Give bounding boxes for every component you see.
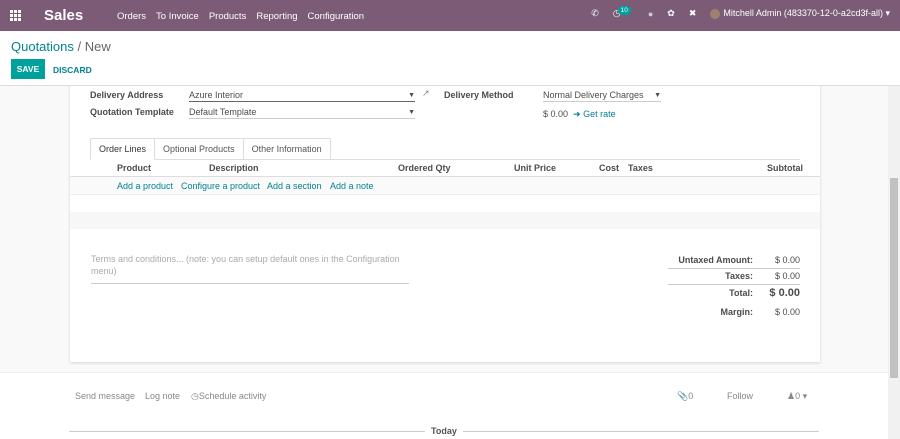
taxes-row: Taxes: $ 0.00 [668, 271, 800, 285]
breadcrumb-current: New [84, 39, 111, 54]
col-cost[interactable]: Cost [599, 163, 619, 173]
breadcrumb-quotations[interactable]: Quotations [11, 39, 74, 54]
taxes-label: Taxes: [725, 271, 753, 281]
tab-other-information[interactable]: Other Information [242, 138, 331, 159]
col-unit-price[interactable]: Unit Price [514, 163, 556, 173]
add-note-link[interactable]: Add a note [330, 181, 374, 191]
add-section-link[interactable]: Add a section [267, 181, 322, 191]
dropdown-icon: ▼ [654, 92, 661, 99]
margin-value: $ 0.00 [774, 307, 800, 317]
user-name: Mitchell Admin (483370-12-0-a2cd3f-all) [723, 8, 883, 18]
chat-icon[interactable]: ● [648, 9, 653, 19]
scrollbar-thumb[interactable] [890, 178, 898, 378]
bug-icon[interactable]: ✿ [667, 8, 675, 19]
menu-configuration[interactable]: Configuration [308, 11, 365, 22]
terms-input[interactable]: Terms and conditions... (note: you can s… [91, 253, 409, 284]
margin-label: Margin: [720, 307, 754, 317]
delivery-address-field[interactable]: Azure Interior ▼ [189, 89, 415, 102]
follow-button[interactable]: Follow [727, 391, 753, 401]
get-rate-button[interactable]: ➜ Get rate [573, 109, 616, 120]
total-row: Total: $ 0.00 [668, 287, 800, 302]
log-note-button[interactable]: Log note [145, 391, 180, 401]
external-link-icon[interactable]: ↗ [422, 88, 430, 99]
untaxed-amount-row: Untaxed Amount: $ 0.00 [668, 255, 800, 269]
form-view: Delivery Address Azure Interior ▼ ↗ Deliv… [0, 86, 888, 372]
today-separator: Today [69, 426, 819, 436]
attachments-count: 0 [688, 391, 694, 401]
margin-row: Margin: $ 0.00 [668, 307, 801, 321]
followers-count: 0 [795, 391, 801, 401]
configure-product-link[interactable]: Configure a product [181, 181, 260, 191]
attachments-button[interactable]: 📎0 [677, 391, 693, 402]
quotation-template-label: Quotation Template [90, 107, 174, 117]
delivery-price: $ 0.00 [543, 109, 569, 119]
user-menu[interactable]: Mitchell Admin (483370-12-0-a2cd3f-all) … [710, 8, 890, 19]
dropdown-icon: ▼ [408, 92, 415, 99]
apps-menu-icon[interactable] [10, 10, 21, 21]
today-label: Today [425, 426, 463, 436]
col-subtotal[interactable]: Subtotal [767, 163, 803, 173]
tab-optional-products[interactable]: Optional Products [154, 138, 244, 159]
dropdown-icon: ▼ [408, 109, 415, 116]
add-product-link[interactable]: Add a product [117, 181, 173, 191]
schedule-activity-label: Schedule activity [198, 391, 267, 401]
col-description[interactable]: Description [209, 163, 259, 173]
tab-order-lines[interactable]: Order Lines [90, 138, 156, 160]
menu-to-invoice[interactable]: To Invoice [156, 11, 199, 22]
arrow-right-icon: ➜ [573, 109, 581, 119]
delivery-address-value: Azure Interior [189, 90, 244, 100]
total-label: Total: [729, 288, 753, 298]
add-line-row: Add a product Configure a product Add a … [70, 177, 820, 195]
delivery-method-field[interactable]: Normal Delivery Charges ▼ [543, 89, 661, 102]
menu-orders[interactable]: Orders [117, 11, 146, 22]
app-name: Sales [44, 7, 84, 24]
discard-button[interactable]: DISCARD [53, 65, 92, 75]
notebook-tabs: Order Lines Optional Products Other Info… [90, 138, 800, 160]
activity-badge: 10 [617, 6, 631, 15]
breadcrumb: Quotations / New [11, 39, 111, 54]
delivery-address-label: Delivery Address [90, 90, 164, 100]
quotation-template-value: Default Template [189, 107, 257, 117]
get-rate-label: Get rate [583, 109, 616, 119]
send-message-button[interactable]: Send message [75, 391, 135, 401]
clock-icon: ◷ [191, 391, 199, 401]
tools-icon[interactable]: ✖ [689, 8, 697, 19]
menu-reporting[interactable]: Reporting [256, 11, 297, 22]
scrollbar[interactable] [888, 86, 900, 439]
col-product[interactable]: Product [117, 163, 151, 173]
untaxed-label: Untaxed Amount: [678, 255, 753, 265]
form-sheet: Delivery Address Azure Interior ▼ ↗ Deliv… [70, 86, 820, 362]
col-taxes[interactable]: Taxes [628, 163, 653, 173]
chatter: Send message Log note ◷Schedule activity… [0, 372, 888, 439]
total-value: $ 0.00 [769, 287, 800, 299]
paperclip-icon: 📎 [677, 391, 689, 401]
taxes-value: $ 0.00 [774, 271, 800, 281]
phone-icon[interactable]: ✆ [591, 8, 599, 19]
avatar [710, 8, 721, 19]
followers-button[interactable]: ♟0 ▾ [787, 391, 807, 402]
order-lines-header: Product Description Ordered Qty Unit Pri… [70, 158, 820, 177]
menu-products[interactable]: Products [209, 11, 247, 22]
control-panel: Quotations / New SAVE DISCARD [0, 31, 900, 86]
quotation-template-field[interactable]: Default Template ▼ [189, 106, 415, 119]
user-icon: ♟ [787, 391, 796, 401]
delivery-method-value: Normal Delivery Charges [543, 90, 644, 100]
schedule-activity-button[interactable]: ◷Schedule activity [191, 391, 266, 402]
save-button[interactable]: SAVE [11, 59, 45, 79]
top-navbar: Sales Orders To Invoice Products Reporti… [0, 0, 900, 31]
col-ordered-qty[interactable]: Ordered Qty [398, 163, 451, 173]
activity-icon[interactable]: ◷10 [613, 6, 634, 19]
empty-row [70, 212, 820, 229]
untaxed-value: $ 0.00 [774, 255, 800, 265]
delivery-method-label: Delivery Method [444, 90, 514, 100]
